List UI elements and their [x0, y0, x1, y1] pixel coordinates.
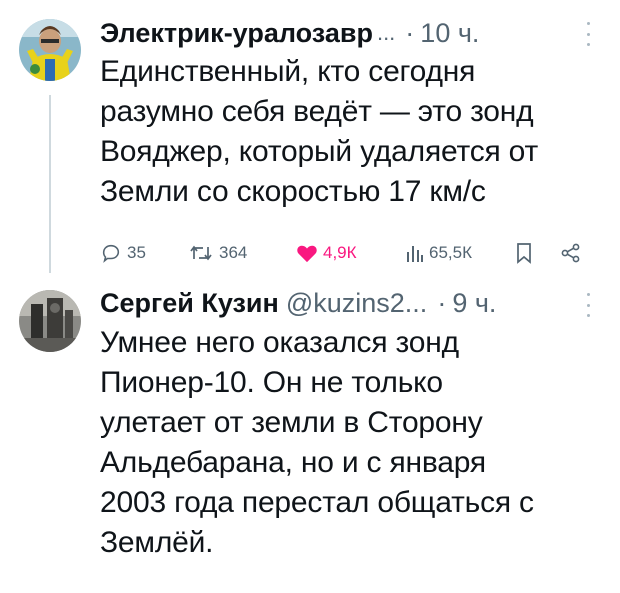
retweet-count: 364: [219, 243, 248, 262]
tweet-header: Электрик-уралозавр ... · 10 ч.: [100, 13, 479, 53]
avatar-sergey-kuzin[interactable]: [19, 290, 81, 352]
retweet-icon: [190, 245, 212, 261]
bookmark-button[interactable]: [515, 238, 533, 268]
avatar-image: [19, 19, 81, 81]
separator-dot: ·: [405, 18, 415, 48]
like-button[interactable]: 4,9К: [296, 238, 357, 268]
views-count: 65,5К: [429, 243, 472, 262]
heart-icon: [297, 245, 317, 263]
author-ellipsis: ...: [376, 20, 396, 45]
tweet-text: Умнее него оказался зонд Пионер-10. Он н…: [100, 326, 534, 559]
thread-connector-line: [49, 95, 51, 273]
timestamp[interactable]: 9 ч.: [452, 283, 496, 323]
views-bar-chart-icon: [407, 246, 423, 262]
reply-count: 35: [127, 243, 146, 262]
author-handle[interactable]: @kuzins2...: [286, 283, 427, 323]
avatar-image: [19, 290, 81, 352]
retweet-button[interactable]: 364: [188, 238, 247, 268]
more-options-icon[interactable]: [578, 22, 598, 46]
reply-icon: [102, 244, 120, 263]
reply-button[interactable]: 35: [100, 238, 146, 268]
like-count: 4,9К: [323, 243, 357, 262]
tweet-text: Единственный, кто сегодня разумно себя в…: [100, 55, 539, 208]
author-name[interactable]: Электрик-уралозавр: [100, 13, 373, 53]
timestamp[interactable]: 10 ч.: [420, 13, 479, 53]
share-icon: [561, 243, 580, 263]
separator-dot: ·: [437, 288, 447, 318]
author-name[interactable]: Сергей Кузин: [100, 283, 279, 323]
more-options-icon[interactable]: [578, 293, 598, 317]
avatar-electric-uralozavr[interactable]: [19, 19, 81, 81]
share-button[interactable]: [560, 238, 582, 268]
tweet-header: Сергей Кузин @kuzins2... · 9 ч.: [100, 283, 496, 323]
bookmark-icon: [517, 243, 531, 264]
tweet-actions: 35 364 4,9К 65,5К: [100, 238, 600, 268]
views-button[interactable]: 65,5К: [406, 238, 472, 268]
